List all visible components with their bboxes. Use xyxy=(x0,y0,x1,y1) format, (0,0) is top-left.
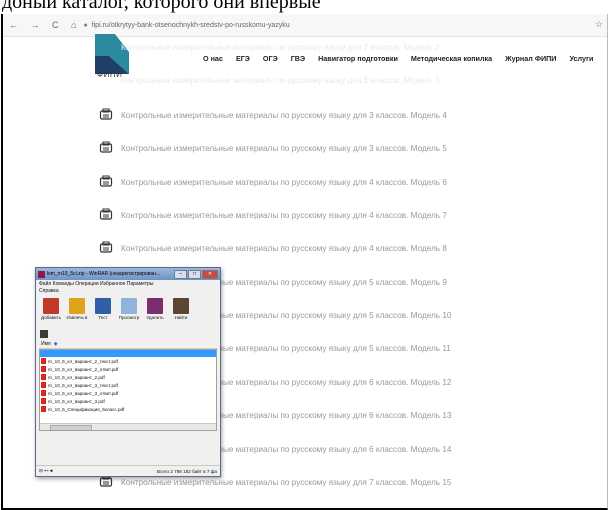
file-row[interactable]: rn_10_5_кл_вариант_2_ответ.pdf xyxy=(40,365,216,373)
pdf-icon xyxy=(41,358,46,364)
pdf-icon xyxy=(41,406,46,412)
toolbar-delete-button[interactable]: Удалить xyxy=(144,298,166,328)
bookmark-star-icon[interactable]: ☆ xyxy=(595,19,603,30)
document-download-icon xyxy=(99,241,113,253)
document-download-icon xyxy=(99,175,113,187)
menu-item-oge[interactable]: ОГЭ xyxy=(263,54,278,63)
status-text: Всего 2 798 182 байт в 7 фа xyxy=(157,468,217,474)
menu-item-about[interactable]: О нас xyxy=(203,54,223,63)
ghost-line: Контрольные измерительные материалы по р… xyxy=(121,76,440,85)
list-item[interactable]: Контрольные измерительные материалы по р… xyxy=(99,240,447,256)
list-item-label: Контрольные измерительные материалы по р… xyxy=(121,243,447,253)
file-row[interactable]: rn_10_5_кл_вариант_3_текст.pdf xyxy=(40,381,216,389)
file-row[interactable]: rn_10_5_кл_вариант_3.pdf xyxy=(40,397,216,405)
document-download-icon xyxy=(99,475,113,487)
maximize-button[interactable]: □ xyxy=(188,270,201,279)
document-download-icon xyxy=(99,108,113,120)
lock-icon: ● xyxy=(83,21,88,29)
column-header[interactable]: Имя ◆ xyxy=(39,340,217,349)
status-icons: ⊟ ⊷◄ xyxy=(39,468,54,473)
menu-item-methodical[interactable]: Методическая копилка xyxy=(411,54,492,63)
pdf-icon xyxy=(41,382,46,388)
status-bar: ⊟ ⊷◄ Всего 2 798 182 байт в 7 фа xyxy=(36,465,220,476)
document-text-strip: доный каталог, которого они впервые xyxy=(0,0,608,14)
add-archive-icon xyxy=(43,298,59,314)
toolbar-view-button[interactable]: Просмотр xyxy=(118,298,140,328)
menu-item-gve[interactable]: ГВЭ xyxy=(291,54,305,63)
pdf-icon xyxy=(41,398,46,404)
list-item-label: Контрольные измерительные материалы по р… xyxy=(121,110,447,120)
menu-item-navigator[interactable]: Навигатор подготовки xyxy=(318,54,398,63)
pdf-icon xyxy=(41,390,46,396)
list-item-label: Контрольные измерительные материалы по р… xyxy=(121,210,447,220)
file-row[interactable]: rn_10_5_кл_вариант_3_ответ.pdf xyxy=(40,389,216,397)
minimize-button[interactable]: – xyxy=(174,270,187,279)
url-field[interactable]: fipi.ru/otkrytyy-bank-otsenochnykh-sreds… xyxy=(92,22,290,29)
winrar-menu-line[interactable]: Справка xyxy=(39,288,217,295)
sort-arrow-icon: ◆ xyxy=(53,341,58,347)
menu-item-ege[interactable]: ЕГЭ xyxy=(236,54,250,63)
winrar-menu-line[interactable]: Файл Команды Операции Избранное Параметр… xyxy=(39,281,217,288)
selected-row[interactable] xyxy=(40,350,216,357)
site-menu: О нас ЕГЭ ОГЭ ГВЭ Навигатор подготовки М… xyxy=(203,54,593,63)
winrar-titlebar[interactable]: kim_rn10_5cl.zip - WinRAR (незарегистрир… xyxy=(36,268,220,280)
file-list[interactable]: rn_10_5_кл_вариант_2_текст.pdf rn_10_5_к… xyxy=(39,349,217,431)
list-item-label: Контрольные измерительные материалы по р… xyxy=(121,477,452,487)
toolbar-extract-button[interactable]: Извлечь в xyxy=(66,298,88,328)
menu-item-journal[interactable]: Журнал ФИПИ xyxy=(505,54,556,63)
toolbar-add-button[interactable]: Добавить xyxy=(40,298,62,328)
list-item[interactable]: Контрольные измерительные материалы по р… xyxy=(99,140,447,156)
document-download-icon xyxy=(99,208,113,220)
winrar-window[interactable]: kim_rn10_5cl.zip - WinRAR (незарегистрир… xyxy=(35,267,221,477)
scrollbar-thumb[interactable] xyxy=(50,425,92,430)
toolbar-find-button[interactable]: Найти xyxy=(170,298,192,328)
file-row[interactable]: rn_10_5_кл_вариант_2_текст.pdf xyxy=(40,357,216,365)
logo-text: ФИПИ xyxy=(97,70,123,79)
list-item-label: Контрольные измерительные материалы по р… xyxy=(121,177,447,187)
delete-books-icon xyxy=(147,298,163,314)
document-download-icon xyxy=(99,141,113,153)
pdf-icon xyxy=(41,374,46,380)
winrar-title: kim_rn10_5cl.zip - WinRAR (незарегистрир… xyxy=(47,271,161,277)
menu-item-services[interactable]: Услуги xyxy=(569,54,593,63)
pdf-icon xyxy=(41,366,46,372)
browser-address-bar: ← → C ⌂ ● fipi.ru/otkrytyy-bank-otsenoch… xyxy=(3,14,607,37)
screenshot-frame: ← → C ⌂ ● fipi.ru/otkrytyy-bank-otsenoch… xyxy=(1,14,608,510)
browser-nav-buttons[interactable]: ← → C ⌂ xyxy=(9,20,81,30)
list-item[interactable]: Контрольные измерительные материалы по р… xyxy=(99,174,447,190)
up-folder-icon[interactable] xyxy=(40,330,48,338)
close-button[interactable]: ✕ xyxy=(202,270,218,279)
toolbar-test-button[interactable]: Тест xyxy=(92,298,114,328)
file-row[interactable]: rn_10_5_кл_вариант_2.pdf xyxy=(40,373,216,381)
winrar-menubar: Файл Команды Операции Избранное Параметр… xyxy=(36,280,220,296)
find-binoculars-icon xyxy=(173,298,189,314)
list-item[interactable]: Контрольные измерительные материалы по р… xyxy=(99,107,447,123)
extract-folder-icon xyxy=(69,298,85,314)
view-glasses-icon xyxy=(121,298,137,314)
winrar-app-icon xyxy=(38,270,45,278)
ghost-line: Контрольные измерительные материалы по р… xyxy=(121,43,440,52)
document-text: доный каталог, которого они впервые xyxy=(2,0,321,13)
list-item[interactable]: Контрольные измерительные материалы по р… xyxy=(99,207,447,223)
column-name: Имя xyxy=(41,341,51,347)
winrar-toolbar: Добавить Извлечь в Тест Просмотр Удалить… xyxy=(36,296,220,328)
test-book-icon xyxy=(95,298,111,314)
horizontal-scrollbar[interactable] xyxy=(40,423,216,430)
file-row[interactable]: rn_10_5_Спецификация_5класс.pdf xyxy=(40,405,216,413)
list-item-label: Контрольные измерительные материалы по р… xyxy=(121,143,447,153)
